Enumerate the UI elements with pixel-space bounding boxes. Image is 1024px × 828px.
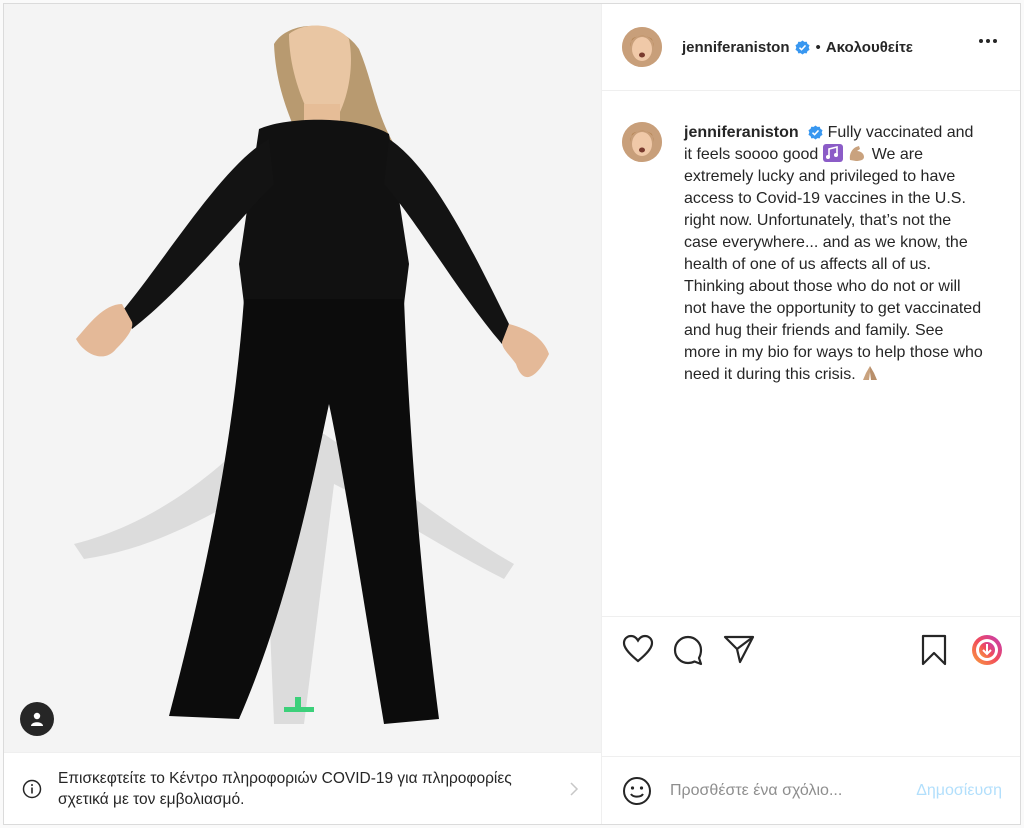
- caption-text: jenniferaniston Fully vaccinated and it …: [684, 122, 984, 386]
- caption-username[interactable]: jenniferaniston: [684, 124, 799, 141]
- info-icon: [22, 779, 42, 798]
- covid-info-banner[interactable]: Επισκεφτείτε το Κέντρο πληροφοριών COVID…: [4, 752, 602, 824]
- download-circle-icon[interactable]: [971, 634, 1003, 666]
- post-comment-button[interactable]: Δημοσίευση: [916, 782, 1002, 800]
- comment-bubble-icon[interactable]: [672, 634, 704, 666]
- smiley-icon[interactable]: [622, 776, 652, 806]
- bookmark-icon[interactable]: [920, 634, 948, 666]
- caption-body-2: We are extremely lucky and privileged to…: [684, 146, 983, 383]
- post-photo[interactable]: [4, 4, 602, 752]
- separator-dot: •: [815, 38, 821, 56]
- comment-input[interactable]: [670, 781, 890, 800]
- following-button[interactable]: Ακολουθείτε: [826, 39, 913, 56]
- chevron-right-icon: [570, 782, 579, 796]
- folded-hands-emoji-icon: [863, 366, 878, 380]
- tag-people-button[interactable]: [20, 702, 54, 736]
- instagram-post: Επισκεφτείτε το Κέντρο πληροφοριών COVID…: [3, 3, 1021, 825]
- comment-box: Δημοσίευση: [602, 756, 1020, 824]
- avatar[interactable]: [622, 27, 662, 67]
- more-options-icon[interactable]: [978, 38, 998, 44]
- verified-badge-icon: [808, 125, 823, 140]
- heart-icon[interactable]: [622, 634, 654, 664]
- post-sidebar: jenniferaniston • Ακολουθείτε jenniferan…: [602, 4, 1020, 824]
- music-notes-emoji-icon: [822, 144, 843, 162]
- covid-banner-text: Επισκεφτείτε το Κέντρο πληροφοριών COVID…: [58, 769, 512, 808]
- caption-avatar[interactable]: [622, 122, 662, 162]
- verified-badge-icon: [794, 39, 810, 55]
- user-tag-icon: [31, 712, 43, 726]
- flexed-biceps-emoji-icon: [850, 146, 865, 161]
- username-link[interactable]: jenniferaniston: [682, 39, 790, 56]
- paper-plane-icon[interactable]: [723, 634, 755, 664]
- post-caption: jenniferaniston Fully vaccinated and it …: [622, 122, 1002, 386]
- action-bar: [602, 616, 1020, 682]
- post-header: jenniferaniston • Ακολουθείτε: [602, 4, 1020, 91]
